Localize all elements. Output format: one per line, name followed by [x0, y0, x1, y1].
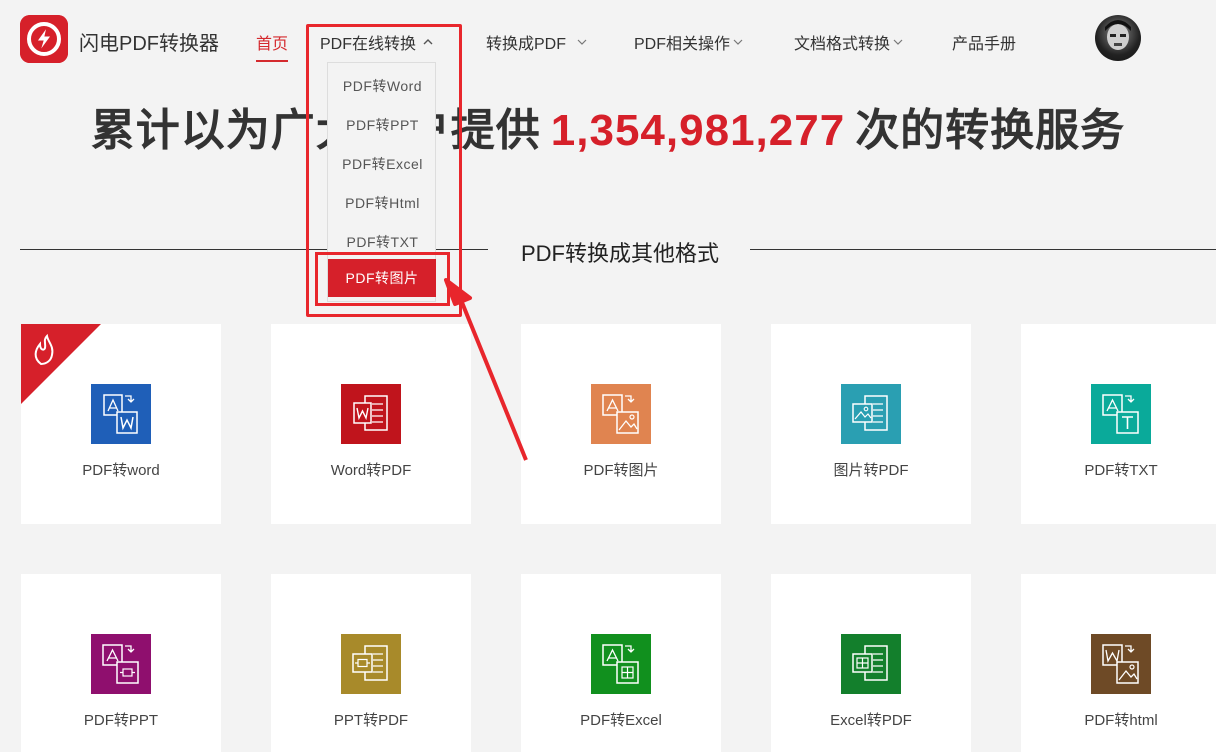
nav-pdf-online-convert-label: PDF在线转换 — [320, 36, 417, 53]
nav-doc-format-convert-label: 文档格式转换 — [794, 36, 891, 53]
ppt-to-pdf-icon — [341, 634, 401, 694]
dropdown-item-pdf-to-excel[interactable]: PDF转Excel — [328, 154, 437, 174]
card-label: Word转PDF — [330, 462, 412, 479]
logo-text[interactable]: 闪电PDF转换器 — [79, 27, 219, 56]
card-label: PDF转word — [82, 462, 160, 479]
nav-convert-to-pdf[interactable]: 转换成PDF — [486, 30, 588, 54]
card-label: PDF转PPT — [83, 712, 159, 729]
dropdown-item-pdf-to-html[interactable]: PDF转Html — [328, 193, 437, 213]
pdf-to-image-icon — [591, 384, 651, 444]
chevron-up-icon — [422, 36, 434, 48]
avatar[interactable] — [1095, 15, 1141, 61]
nav-product-manual[interactable]: 产品手册 — [952, 30, 1016, 54]
nav-convert-to-pdf-label: 转换成PDF — [486, 36, 567, 53]
word-to-pdf-icon — [341, 384, 401, 444]
nav-home[interactable]: 首页 — [256, 30, 289, 62]
chevron-down-icon — [576, 36, 588, 48]
pdf-to-word-icon — [91, 384, 151, 444]
card-ppt-to-pdf[interactable]: PPT转PDF — [271, 574, 471, 752]
section-divider-right — [750, 249, 1216, 250]
pdf-online-convert-dropdown: PDF转Word PDF转PPT PDF转Excel PDF转Html PDF转… — [327, 62, 436, 302]
card-label: PDF转Excel — [580, 712, 662, 729]
pdf-to-html-icon — [1091, 634, 1151, 694]
nav-pdf-operations[interactable]: PDF相关操作 — [634, 30, 744, 54]
dropdown-item-pdf-to-txt[interactable]: PDF转TXT — [328, 232, 437, 252]
logo-icon[interactable] — [20, 15, 68, 63]
nav-home-label: 首页 — [256, 36, 289, 53]
nav-doc-format-convert[interactable]: 文档格式转换 — [794, 30, 904, 54]
nav-product-manual-label: 产品手册 — [952, 36, 1017, 53]
card-word-to-pdf[interactable]: Word转PDF — [271, 324, 471, 524]
image-to-pdf-icon — [841, 384, 901, 444]
nav-pdf-operations-label: PDF相关操作 — [634, 36, 731, 53]
dropdown-item-pdf-to-ppt[interactable]: PDF转PPT — [328, 115, 437, 135]
card-label: 图片转PDF — [833, 462, 909, 479]
headline-suffix: 次的转换服务 — [855, 106, 1126, 155]
card-pdf-to-txt[interactable]: PDF转TXT — [1021, 324, 1216, 524]
card-pdf-to-ppt[interactable]: PDF转PPT — [21, 574, 221, 752]
card-pdf-to-word[interactable]: PDF转word — [21, 324, 221, 524]
card-excel-to-pdf[interactable]: Excel转PDF — [771, 574, 971, 752]
card-label: PPT转PDF — [333, 712, 409, 729]
chevron-down-icon — [892, 36, 904, 48]
card-pdf-to-excel[interactable]: PDF转Excel — [521, 574, 721, 752]
dropdown-item-pdf-to-word[interactable]: PDF转Word — [328, 76, 437, 96]
conversion-count-headline: 累计以为广大用户提供 1,354,981,277 次的转换服务 — [0, 94, 1216, 158]
card-pdf-to-html[interactable]: PDF转html — [1021, 574, 1216, 752]
nav-pdf-online-convert[interactable]: PDF在线转换 — [320, 30, 434, 54]
hot-badge — [21, 324, 101, 404]
card-label: PDF转图片 — [583, 462, 659, 479]
card-label: Excel转PDF — [830, 712, 912, 729]
chevron-down-icon — [732, 36, 744, 48]
section-title: PDF转换成其他格式 — [520, 241, 719, 266]
card-pdf-to-image[interactable]: PDF转图片 — [521, 324, 721, 524]
excel-to-pdf-icon — [841, 634, 901, 694]
conversion-count: 1,354,981,277 — [550, 106, 846, 155]
pdf-to-excel-icon — [591, 634, 651, 694]
dropdown-item-pdf-to-image[interactable]: PDF转图片 — [328, 259, 436, 297]
pdf-to-ppt-icon — [91, 634, 151, 694]
pdf-to-txt-icon — [1091, 384, 1151, 444]
headline-prefix: 累计以为广大用户提供 — [90, 106, 541, 155]
card-label: PDF转TXT — [1084, 462, 1158, 479]
card-label: PDF转html — [1084, 712, 1158, 729]
card-image-to-pdf[interactable]: 图片转PDF — [771, 324, 971, 524]
